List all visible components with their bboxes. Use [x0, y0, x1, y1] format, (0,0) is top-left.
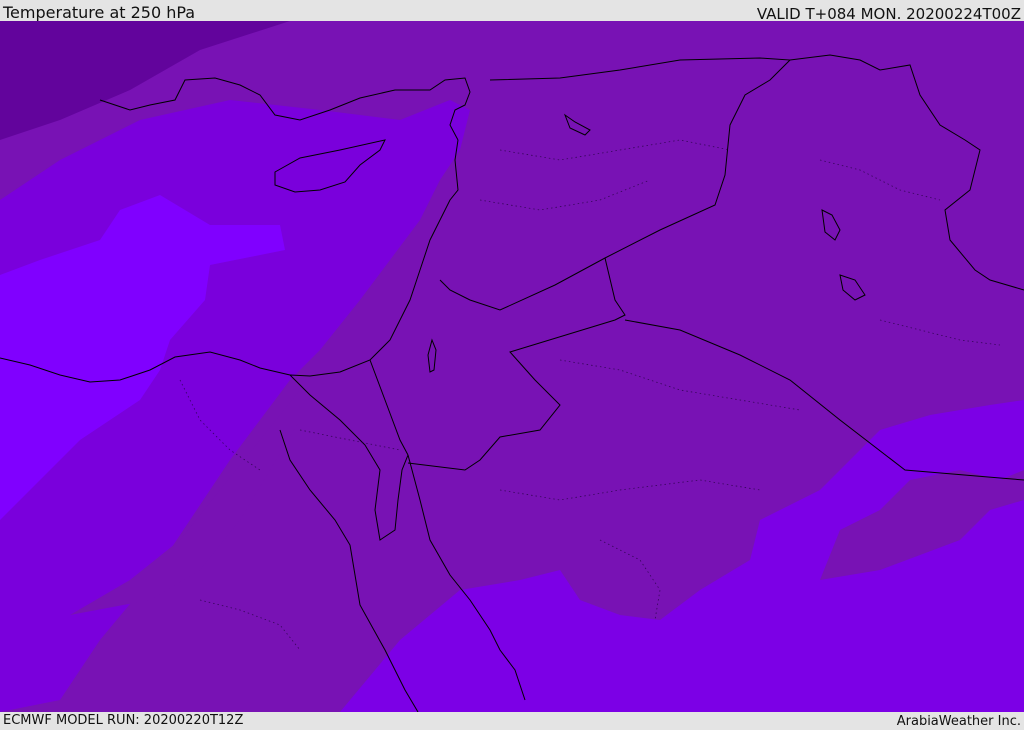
credit-label: ArabiaWeather Inc. — [896, 714, 1021, 729]
header-bar: Temperature at 250 hPa VALID T+084 MON. … — [0, 0, 1024, 23]
footer-bar: ECMWF MODEL RUN: 20200220T12Z ArabiaWeat… — [0, 712, 1024, 729]
model-run-label: ECMWF MODEL RUN: 20200220T12Z — [3, 713, 244, 728]
map-title: Temperature at 250 hPa — [3, 3, 196, 22]
temperature-map — [0, 21, 1024, 712]
